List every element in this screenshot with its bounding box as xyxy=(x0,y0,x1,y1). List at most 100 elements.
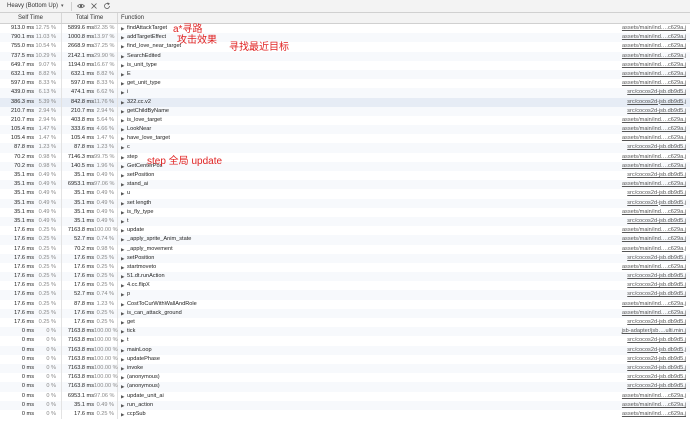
expand-triangle-icon[interactable]: ▶ xyxy=(121,235,125,244)
expand-triangle-icon[interactable]: ▶ xyxy=(121,153,125,162)
source-link[interactable]: src/cocos2d-jsb.db9d5.j xyxy=(627,382,686,391)
table-row[interactable]: 17.6 ms 0.25 % 52.7 ms 0.74 % ▶ _apply_sprite… xyxy=(0,235,690,245)
source-link[interactable]: assets/main/ind….c629a.j xyxy=(622,125,686,134)
table-row[interactable]: 210.7 ms 2.94 % 403.8 ms 5.64 % ▶ is_love_tar… xyxy=(0,115,690,126)
table-row[interactable]: 17.6 ms 0.25 % 52.7 ms 0.74 % ▶ p src/cocos2d-… xyxy=(0,290,690,300)
expand-triangle-icon[interactable]: ▶ xyxy=(121,300,125,309)
source-link[interactable]: src/cocos2d-jsb.db9d5.j xyxy=(627,98,686,107)
self-time-column-header[interactable]: Self Time xyxy=(0,13,62,23)
source-link[interactable]: assets/main/ind….c629a.j xyxy=(622,153,686,162)
expand-triangle-icon[interactable]: ▶ xyxy=(121,336,125,345)
source-link[interactable]: assets/main/ind….c629a.j xyxy=(622,235,686,244)
expand-triangle-icon[interactable]: ▶ xyxy=(121,382,125,391)
source-link[interactable]: assets/main/ind….c629a.j xyxy=(622,208,686,217)
source-link[interactable]: assets/main/ind….c629a.j xyxy=(622,162,686,171)
expand-triangle-icon[interactable]: ▶ xyxy=(121,392,125,401)
table-row[interactable]: 0 ms 0 % 7163.8 ms 100.00 % ▶ updatePhase src/… xyxy=(0,354,690,364)
table-row[interactable]: 35.1 ms 0.49 % 35.1 ms 0.49 % ▶ t src/cocos2d-… xyxy=(0,216,690,227)
table-row[interactable]: 105.4 ms 1.47 % 105.4 ms 1.47 % ▶ have_love_t… xyxy=(0,134,690,144)
expand-triangle-icon[interactable]: ▶ xyxy=(121,272,125,281)
table-row[interactable]: 17.6 ms 0.25 % 17.6 ms 0.25 % ▶ setPosition sr… xyxy=(0,253,690,263)
expand-triangle-icon[interactable]: ▶ xyxy=(121,318,125,327)
expand-triangle-icon[interactable]: ▶ xyxy=(121,61,125,70)
source-link[interactable]: assets/main/ind….c629a.j xyxy=(622,392,686,401)
expand-triangle-icon[interactable]: ▶ xyxy=(121,189,125,198)
view-mode-select[interactable]: Heavy (Bottom Up) ▾ xyxy=(4,1,67,11)
table-row[interactable]: 17.6 ms 0.25 % 17.6 ms 0.25 % ▶ get src/cocos2… xyxy=(0,318,690,328)
expand-triangle-icon[interactable]: ▶ xyxy=(121,217,125,226)
expand-triangle-icon[interactable]: ▶ xyxy=(121,107,125,116)
source-link[interactable]: assets/main/ind….c629a.j xyxy=(622,300,686,309)
table-row[interactable]: 0 ms 0 % 7163.8 ms 100.00 % ▶ mainLoop src/coc… xyxy=(0,345,690,355)
table-row[interactable]: 35.1 ms 0.49 % 35.1 ms 0.49 % ▶ setPosition sr… xyxy=(0,171,690,181)
expand-triangle-icon[interactable]: ▶ xyxy=(121,199,125,208)
source-link[interactable]: assets/main/ind….c629a.j xyxy=(622,180,686,189)
expand-triangle-icon[interactable]: ▶ xyxy=(121,116,125,125)
table-row[interactable]: 790.1 ms 11.03 % 1000.8 ms 13.97 % ▶ addTarge… xyxy=(0,33,690,43)
expand-triangle-icon[interactable]: ▶ xyxy=(121,290,125,299)
table-row[interactable]: 17.6 ms 0.25 % 17.6 ms 0.25 % ▶ 4.cc.flipX src… xyxy=(0,281,690,291)
source-link[interactable]: src/cocos2d-jsb.db9d5.j xyxy=(627,217,686,226)
expand-triangle-icon[interactable]: ▶ xyxy=(121,42,125,51)
table-row[interactable]: 0 ms 0 % 7163.8 ms 100.00 % ▶ invoke src/cocos… xyxy=(0,363,690,374)
table-row[interactable]: 35.1 ms 0.49 % 35.1 ms 0.49 % ▶ set length src… xyxy=(0,198,690,208)
table-row[interactable]: 0 ms 0 % 17.6 ms 0.25 % ▶ ccpSub assets/main/i… xyxy=(0,409,690,420)
source-link[interactable]: src/cocos2d-jsb.db9d5.j xyxy=(627,143,686,152)
expand-triangle-icon[interactable]: ▶ xyxy=(121,327,125,336)
table-row[interactable]: 0 ms 0 % 35.1 ms 0.49 % ▶ run_action assets/ma… xyxy=(0,400,690,410)
table-row[interactable]: 0 ms 0 % 7163.8 ms 100.00 % ▶ t src/cocos2d-js… xyxy=(0,336,690,346)
source-link[interactable]: assets/main/ind….c629a.j xyxy=(622,42,686,51)
source-link[interactable]: src/cocos2d-jsb.db9d5.j xyxy=(627,364,686,373)
table-row[interactable]: 0 ms 0 % 7163.8 ms 100.00 % ▶ tick jsb-adapter… xyxy=(0,327,690,337)
source-link[interactable]: assets/main/ind….c629a.j xyxy=(622,226,686,235)
expand-triangle-icon[interactable]: ▶ xyxy=(121,88,125,97)
table-row[interactable]: 755.0 ms 10.54 % 2668.9 ms 37.25 % ▶ find_lov… xyxy=(0,42,690,52)
source-link[interactable]: assets/main/ind….c629a.j xyxy=(622,79,686,88)
source-link[interactable]: assets/main/ind….c629a.j xyxy=(622,70,686,79)
table-row[interactable]: 17.6 ms 0.25 % 17.6 ms 0.25 % ▶ 51.dt.runActi… xyxy=(0,272,690,282)
source-link[interactable]: src/cocos2d-jsb.db9d5.j xyxy=(627,318,686,327)
expand-triangle-icon[interactable]: ▶ xyxy=(121,309,125,318)
table-row[interactable]: 210.7 ms 2.94 % 210.7 ms 2.94 % ▶ getChildByN… xyxy=(0,106,690,116)
expand-triangle-icon[interactable]: ▶ xyxy=(121,401,125,410)
source-link[interactable]: assets/main/ind….c629a.j xyxy=(622,116,686,125)
source-link[interactable]: src/cocos2d-jsb.db9d5.j xyxy=(627,189,686,198)
expand-triangle-icon[interactable]: ▶ xyxy=(121,373,125,382)
table-row[interactable]: 17.6 ms 0.25 % 17.6 ms 0.25 % ▶ startmoveto as… xyxy=(0,262,690,273)
table-row[interactable]: 105.4 ms 1.47 % 333.6 ms 4.66 % ▶ LookNear ass… xyxy=(0,125,690,135)
source-link[interactable]: assets/main/ind….c629a.j xyxy=(622,401,686,410)
table-row[interactable]: 737.5 ms 10.29 % 2142.1 ms 29.90 % ▶ SearchEd… xyxy=(0,51,690,61)
source-link[interactable]: src/cocos2d-jsb.db9d5.j xyxy=(627,355,686,364)
expand-triangle-icon[interactable]: ▶ xyxy=(121,254,125,263)
expand-triangle-icon[interactable]: ▶ xyxy=(121,226,125,235)
table-row[interactable]: 70.2 ms 0.98 % 140.5 ms 1.96 % ▶ GetCenterPos… xyxy=(0,161,690,171)
source-link[interactable]: assets/main/ind….c629a.j xyxy=(622,24,686,33)
expand-triangle-icon[interactable]: ▶ xyxy=(121,410,125,419)
source-link[interactable]: assets/main/ind….c629a.j xyxy=(622,309,686,318)
table-row[interactable]: 913.0 ms 12.75 % 5899.6 ms 82.35 % ▶ findAtta… xyxy=(0,24,690,34)
source-link[interactable]: src/cocos2d-jsb.db9d5.j xyxy=(627,336,686,345)
expand-triangle-icon[interactable]: ▶ xyxy=(121,171,125,180)
source-link[interactable]: src/cocos2d-jsb.db9d5.j xyxy=(627,171,686,180)
expand-triangle-icon[interactable]: ▶ xyxy=(121,208,125,217)
expand-triangle-icon[interactable]: ▶ xyxy=(121,364,125,373)
expand-triangle-icon[interactable]: ▶ xyxy=(121,24,125,33)
table-row[interactable]: 17.6 ms 0.25 % 87.8 ms 1.23 % ▶ CostToCurWith… xyxy=(0,299,690,309)
source-link[interactable]: src/cocos2d-jsb.db9d5.j xyxy=(627,199,686,208)
source-link[interactable]: jsb-adapter/jsb….ulti.min.j xyxy=(622,327,686,336)
source-link[interactable]: src/cocos2d-jsb.db9d5.j xyxy=(627,290,686,299)
table-row[interactable]: 386.3 ms 5.39 % 842.8 ms 11.76 % ▶ 322.cc.v2 s… xyxy=(0,97,690,107)
table-row[interactable]: 70.2 ms 0.98 % 7146.3 ms 99.75 % ▶ step assets… xyxy=(0,152,690,162)
table-row[interactable]: 17.6 ms 0.25 % 70.2 ms 0.98 % ▶ _apply_moveme… xyxy=(0,244,690,254)
source-link[interactable]: assets/main/ind….c629a.j xyxy=(622,134,686,143)
table-row[interactable]: 439.0 ms 6.13 % 474.1 ms 6.62 % ▶ i src/cocos2… xyxy=(0,88,690,98)
expand-triangle-icon[interactable]: ▶ xyxy=(121,346,125,355)
expand-triangle-icon[interactable]: ▶ xyxy=(121,125,125,134)
source-link[interactable]: src/cocos2d-jsb.db9d5.j xyxy=(627,107,686,116)
table-row[interactable]: 0 ms 0 % 6953.1 ms 97.06 % ▶ update_unit_ai as… xyxy=(0,391,690,401)
expand-triangle-icon[interactable]: ▶ xyxy=(121,355,125,364)
table-row[interactable]: 649.7 ms 9.07 % 1194.0 ms 16.67 % ▶ is_unit_t… xyxy=(0,60,690,70)
source-link[interactable]: assets/main/ind….c629a.j xyxy=(622,33,686,42)
total-time-column-header[interactable]: Total Time xyxy=(62,13,118,23)
table-row[interactable]: 35.1 ms 0.49 % 6953.1 ms 97.06 % ▶ stand_ai as… xyxy=(0,180,690,190)
